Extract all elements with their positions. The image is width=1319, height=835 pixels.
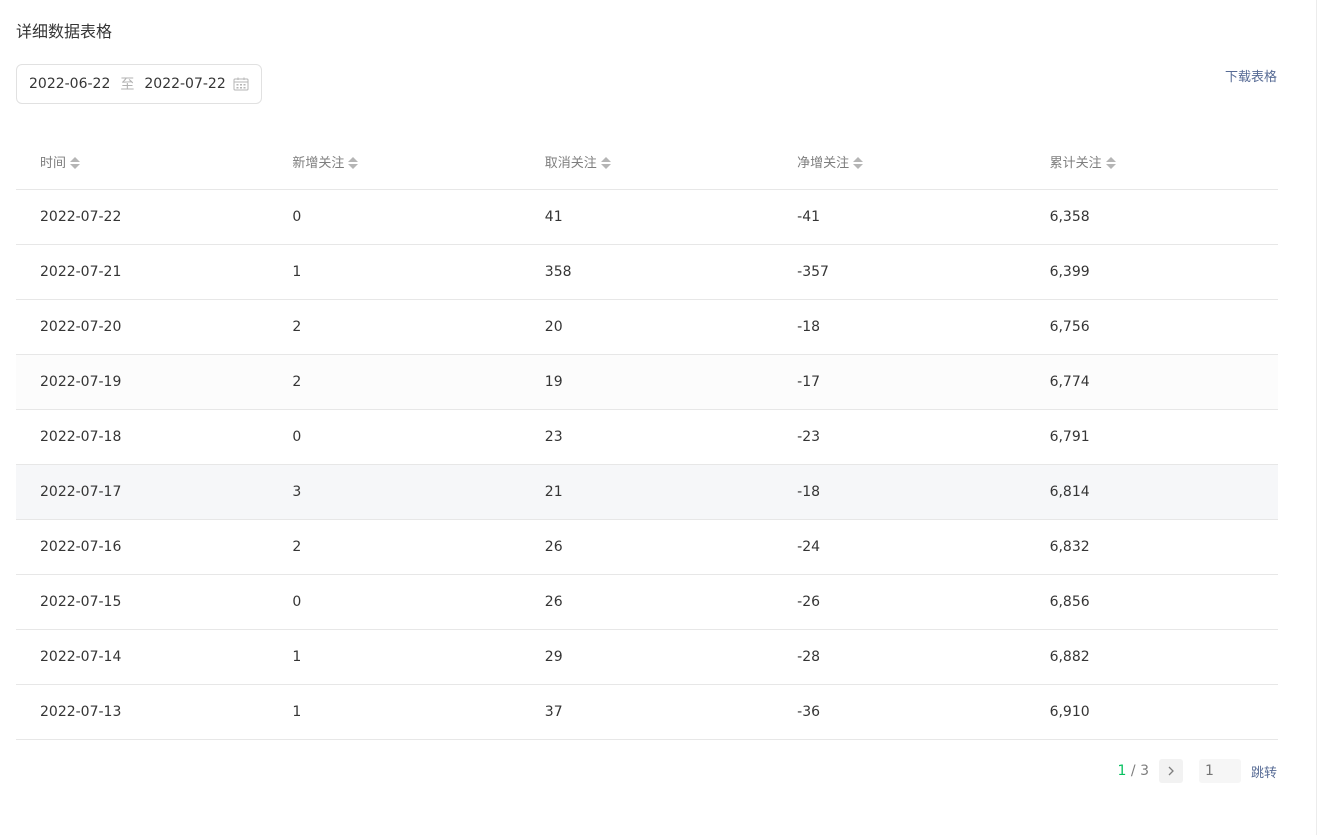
header-total-follows[interactable]: 累计关注 [1025, 134, 1278, 190]
table-cell: 2022-07-21 [16, 244, 269, 300]
date-range-picker[interactable]: 2022-06-22 至 2022-07-22 [16, 64, 262, 104]
next-page-button[interactable] [1158, 759, 1183, 783]
table-cell: 1 [268, 244, 521, 300]
table-cell: 6,791 [1025, 409, 1278, 465]
page-right-border [1316, 0, 1317, 835]
header-label: 新增关注 [292, 155, 345, 171]
table-row: 2022-07-16 2 26 -24 6,832 [16, 519, 1278, 575]
table-cell: 6,832 [1025, 519, 1278, 575]
table-cell: -17 [773, 354, 1026, 410]
header-unfollows[interactable]: 取消关注 [520, 134, 774, 190]
table-cell: 3 [268, 464, 521, 520]
pagination: 1 / 3 跳转 [1118, 759, 1277, 783]
start-date[interactable]: 2022-06-22 [29, 76, 110, 92]
table-cell: 20 [520, 299, 774, 355]
header-label: 累计关注 [1049, 155, 1102, 171]
table-row: 2022-07-18 0 23 -23 6,791 [16, 409, 1278, 465]
table-cell: 2 [268, 519, 521, 575]
sort-icon[interactable] [600, 157, 611, 170]
table-cell: 1 [268, 684, 521, 740]
header-net-follows[interactable]: 净增关注 [773, 134, 1026, 190]
sort-icon[interactable] [853, 157, 864, 170]
table-body: 2022-07-22 0 41 -41 6,358 2022-07-21 1 358 -357 6… [16, 189, 1278, 740]
jump-button[interactable]: 跳转 [1251, 762, 1277, 781]
table-cell: 21 [520, 464, 774, 520]
table-cell: 26 [520, 574, 774, 630]
page-separator: / [1126, 763, 1141, 779]
end-date[interactable]: 2022-07-22 [144, 76, 225, 92]
table-cell: 6,774 [1025, 354, 1278, 410]
table-row: 2022-07-20 2 20 -18 6,756 [16, 299, 1278, 355]
table-cell: 19 [520, 354, 774, 410]
table-row: 2022-07-21 1 358 -357 6,399 [16, 244, 1278, 300]
table-row: 2022-07-14 1 29 -28 6,882 [16, 629, 1278, 685]
table-row: 2022-07-13 1 37 -36 6,910 [16, 684, 1278, 740]
table-cell: 2022-07-13 [16, 684, 269, 740]
table-cell: 1 [268, 629, 521, 685]
table-cell: 2022-07-15 [16, 574, 269, 630]
table-cell: -26 [773, 574, 1026, 630]
table-cell: 0 [268, 189, 521, 245]
table-header-row: 时间 新增关注 取消关注 净增关注 累计关注 [16, 134, 1278, 190]
table-cell: 6,856 [1025, 574, 1278, 630]
table-cell: 358 [520, 244, 774, 300]
table-cell: 2022-07-18 [16, 409, 269, 465]
table-cell: 2 [268, 354, 521, 410]
sort-icon[interactable] [70, 157, 81, 170]
table-cell: 0 [268, 574, 521, 630]
header-label: 净增关注 [797, 155, 850, 171]
table-cell: -28 [773, 629, 1026, 685]
header-new-follows[interactable]: 新增关注 [268, 134, 521, 190]
table-cell: 23 [520, 409, 774, 465]
table-cell: -357 [773, 244, 1026, 300]
chevron-right-icon [1168, 766, 1174, 776]
data-table: 时间 新增关注 取消关注 净增关注 累计关注 2022-07-22 0 41 -41 6,358… [16, 134, 1278, 740]
table-cell: 6,814 [1025, 464, 1278, 520]
table-cell: 41 [520, 189, 774, 245]
calendar-icon[interactable] [233, 77, 249, 91]
table-cell: 0 [268, 409, 521, 465]
page-jump-input[interactable] [1198, 759, 1241, 783]
table-cell: 6,358 [1025, 189, 1278, 245]
table-cell: -23 [773, 409, 1026, 465]
table-cell: 6,756 [1025, 299, 1278, 355]
table-cell: 29 [520, 629, 774, 685]
sort-icon[interactable] [348, 157, 359, 170]
header-time[interactable]: 时间 [16, 134, 269, 190]
table-cell: -36 [773, 684, 1026, 740]
date-range-separator: 至 [120, 77, 135, 93]
table-cell: -24 [773, 519, 1026, 575]
table-cell: -18 [773, 464, 1026, 520]
table-cell: 6,399 [1025, 244, 1278, 300]
table-cell: -18 [773, 299, 1026, 355]
table-row: 2022-07-17 3 21 -18 6,814 [16, 464, 1278, 520]
table-cell: 2022-07-14 [16, 629, 269, 685]
header-label: 时间 [40, 155, 67, 171]
table-cell: 2022-07-19 [16, 354, 269, 410]
table-cell: 37 [520, 684, 774, 740]
table-row: 2022-07-22 0 41 -41 6,358 [16, 189, 1278, 245]
table-cell: 2022-07-16 [16, 519, 269, 575]
current-page: 1 [1117, 763, 1127, 779]
section-title: 详细数据表格 [16, 22, 113, 41]
total-pages: 3 [1140, 763, 1149, 779]
table-cell: -41 [773, 189, 1026, 245]
table-cell: 2022-07-22 [16, 189, 269, 245]
table-row: 2022-07-19 2 19 -17 6,774 [16, 354, 1278, 410]
table-row: 2022-07-15 0 26 -26 6,856 [16, 574, 1278, 630]
table-cell: 2022-07-17 [16, 464, 269, 520]
table-cell: 2022-07-20 [16, 299, 269, 355]
table-cell: 2 [268, 299, 521, 355]
header-label: 取消关注 [544, 155, 597, 171]
table-cell: 26 [520, 519, 774, 575]
download-table-link[interactable]: 下载表格 [1225, 66, 1277, 85]
sort-icon[interactable] [1105, 157, 1116, 170]
table-cell: 6,910 [1025, 684, 1278, 740]
table-cell: 6,882 [1025, 629, 1278, 685]
